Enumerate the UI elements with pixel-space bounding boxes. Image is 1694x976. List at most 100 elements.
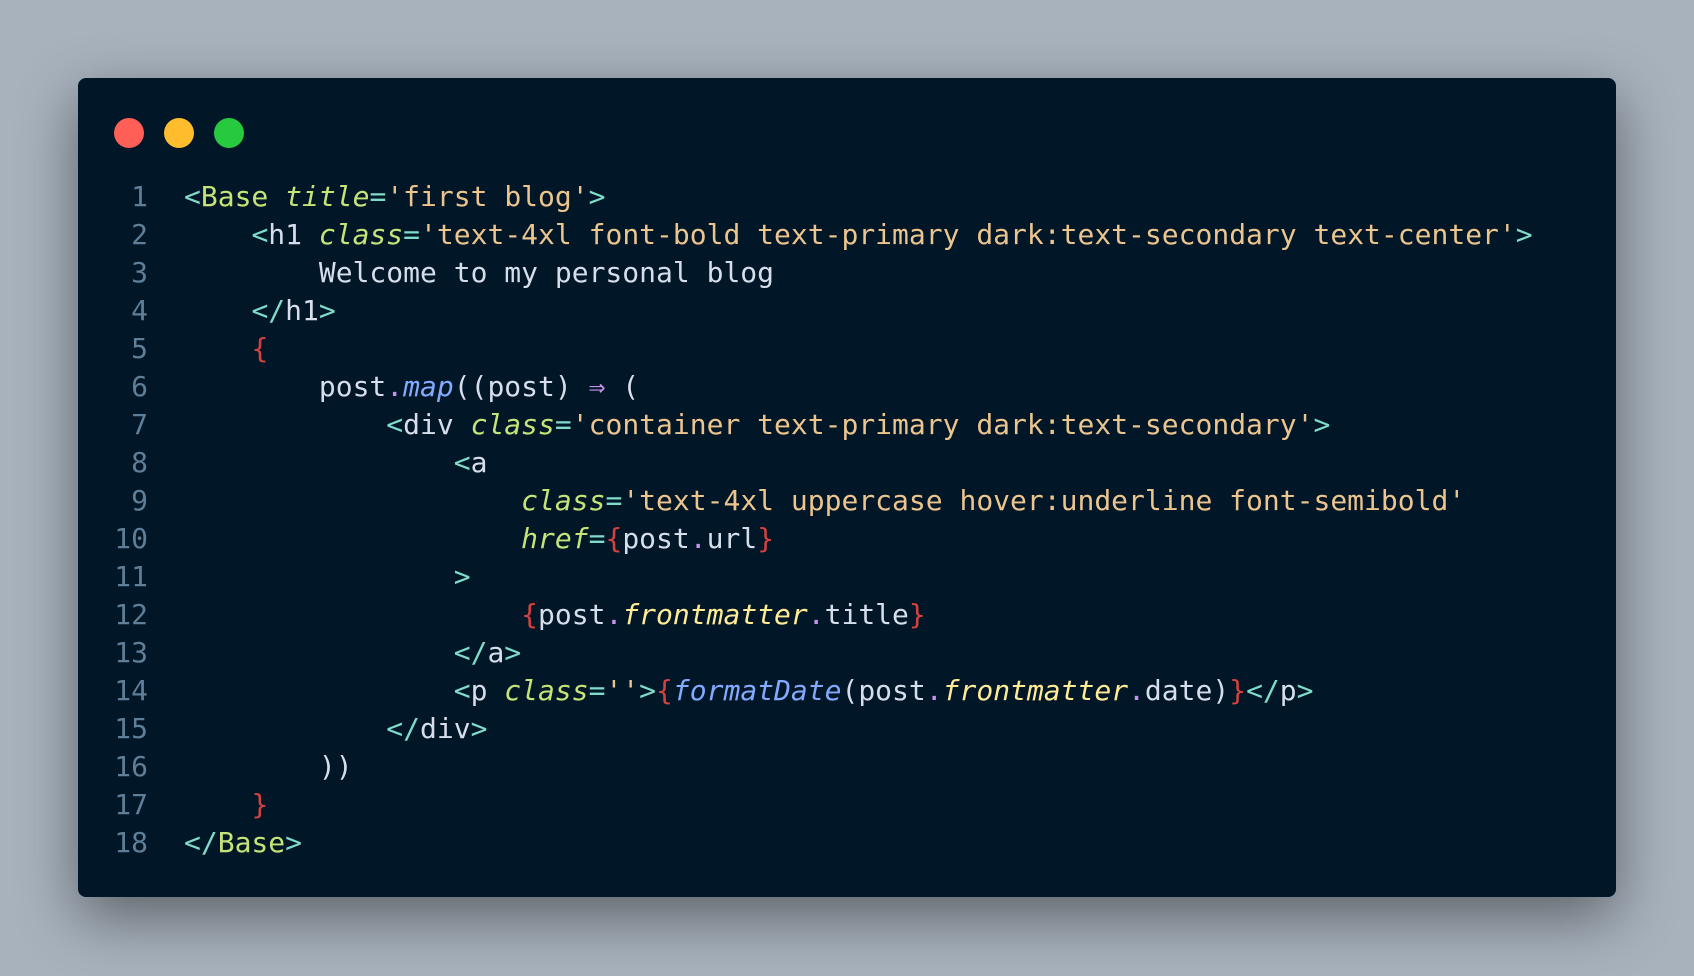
code-token: p — [1279, 674, 1297, 707]
code-token: } — [1229, 674, 1247, 707]
code-token: Welcome to my personal blog — [184, 256, 775, 289]
code-token: post — [622, 522, 690, 555]
code-token: } — [757, 522, 775, 555]
code-token: </ — [1246, 674, 1280, 707]
code-text: <a — [184, 444, 488, 482]
code-token: . — [925, 674, 943, 707]
line-number: 12 — [114, 598, 148, 631]
close-button[interactable] — [114, 118, 144, 148]
code-token: )) — [184, 750, 353, 783]
line-number: 7 — [131, 408, 148, 441]
code-text: <p class=''>{formatDate(post.frontmatter… — [184, 672, 1314, 710]
code-text: </a> — [184, 634, 521, 672]
code-line: 6 post.map((post) ⇒ ( — [78, 368, 1616, 406]
code-token: . — [605, 598, 623, 631]
line-number: 10 — [114, 522, 148, 555]
code-token: frontmatter — [622, 598, 808, 631]
code-token: map — [403, 370, 454, 403]
code-token: > — [470, 712, 488, 745]
code-token: < — [251, 218, 269, 251]
code-token: title — [824, 598, 909, 631]
line-number: 11 — [114, 560, 148, 593]
code-token: 'container text-primary dark:text-second… — [571, 408, 1314, 441]
code-token: </ — [453, 636, 488, 669]
code-text: class='text-4xl uppercase hover:underlin… — [184, 482, 1465, 520]
code-text: href={post.url} — [184, 520, 774, 558]
code-text: } — [184, 786, 268, 824]
code-token: href — [521, 522, 589, 555]
code-token: frontmatter — [942, 674, 1129, 707]
code-token: > — [639, 674, 657, 707]
zoom-button[interactable] — [214, 118, 244, 148]
code-line: 12 {post.frontmatter.title} — [78, 596, 1616, 634]
code-line: 16 )) — [78, 748, 1616, 786]
line-number: 9 — [131, 484, 148, 517]
code-token: { — [656, 674, 673, 707]
code-token: div — [420, 712, 471, 745]
line-number: 8 — [131, 446, 148, 479]
code-line: 9 class='text-4xl uppercase hover:underl… — [78, 482, 1616, 520]
code-token: 'text-4xl uppercase hover:underline font… — [622, 484, 1466, 517]
code-window: 1 <Base title='first blog'> 2 <h1 class='t… — [78, 78, 1616, 897]
code-token: ( — [605, 370, 640, 403]
code-token: { — [605, 522, 623, 555]
code-token: class — [504, 674, 589, 707]
code-line: 14 <p class=''>{formatDate(post.frontmat… — [78, 672, 1616, 710]
code-token: a — [487, 636, 505, 669]
code-token: < — [453, 674, 471, 707]
code-token: > — [285, 826, 303, 859]
line-number: 16 — [114, 750, 148, 783]
code-token: } — [908, 598, 926, 631]
code-token: h1 — [285, 294, 319, 327]
code-token: } — [251, 788, 269, 821]
code-text: </h1> — [184, 292, 336, 330]
code-text: { — [184, 330, 268, 368]
code-line: 13 </a> — [78, 634, 1616, 672]
line-number: 2 — [131, 218, 148, 251]
code-token: < — [386, 408, 404, 441]
code-token: = — [588, 674, 606, 707]
code-token: div — [403, 408, 454, 441]
code-text: <div class='container text-primary dark:… — [184, 406, 1330, 444]
code-text: {post.frontmatter.title} — [184, 596, 926, 634]
code-token: post — [538, 598, 606, 631]
code-text: <h1 class='text-4xl font-bold text-prima… — [184, 216, 1532, 254]
code-token: class — [521, 484, 606, 517]
code-text: post.map((post) ⇒ ( — [184, 368, 639, 406]
code-token: { — [521, 598, 539, 631]
code-token: . — [386, 370, 404, 403]
code-token: > — [588, 180, 606, 213]
code-line: 2 <h1 class='text-4xl font-bold text-pri… — [78, 216, 1616, 254]
code-token: = — [403, 218, 421, 251]
code-token: Base — [200, 180, 269, 213]
code-token: > — [318, 294, 336, 327]
minimize-button[interactable] — [164, 118, 194, 148]
code-token: (post — [841, 674, 926, 707]
code-token: </ — [251, 294, 286, 327]
line-number: 6 — [131, 370, 148, 403]
code-token: url — [706, 522, 758, 555]
code-token: > — [1296, 674, 1314, 707]
line-number: 17 — [114, 788, 148, 821]
code-token: . — [689, 522, 707, 555]
code-token: class — [470, 408, 555, 441]
code-line: 3 Welcome to my personal blog — [78, 254, 1616, 292]
code-token: = — [605, 484, 623, 517]
code-line: 7 <div class='container text-primary dar… — [78, 406, 1616, 444]
line-number: 3 — [131, 256, 148, 289]
